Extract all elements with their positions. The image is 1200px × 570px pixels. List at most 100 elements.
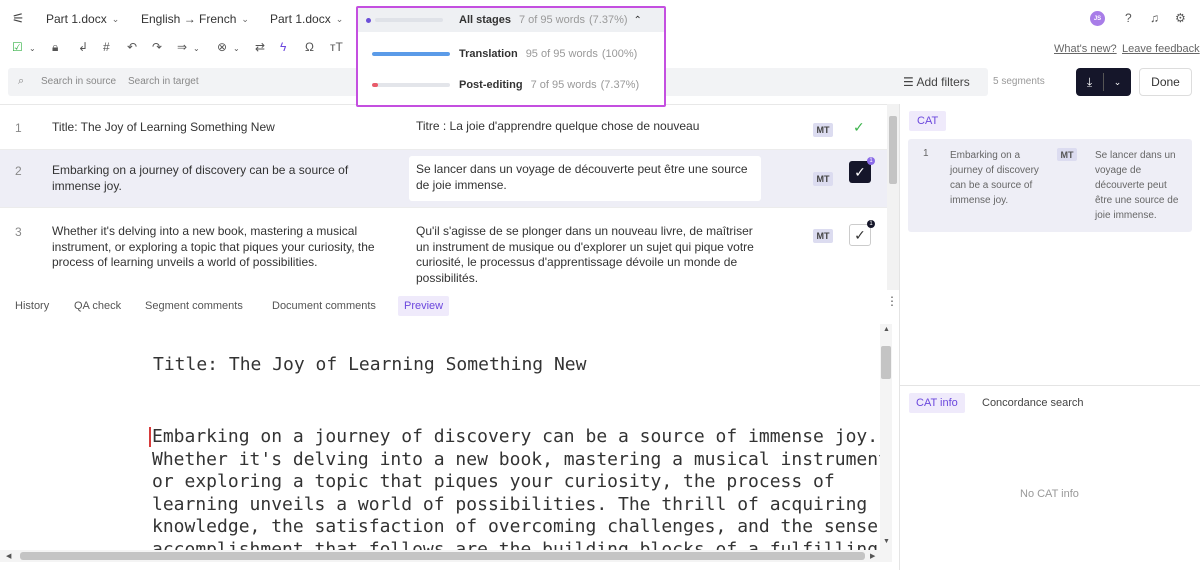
tab-qa-check[interactable]: QA check [68,296,127,316]
empty-state-text: No CAT info [1020,488,1079,500]
stages-dropdown[interactable]: All stages 7 of 95 words (7.37%) ⌃ Trans… [356,6,666,107]
segment-grid: 1 Title: The Joy of Learning Something N… [0,104,887,290]
chevron-up-icon: ⌃ [633,14,642,26]
download-icon: ⤓ [1086,74,1093,89]
language-pair-selector[interactable]: English → French ⌄ [141,12,249,26]
done-button[interactable]: Done [1139,68,1192,96]
stage-count: 95 of 95 words [525,48,598,60]
tab-concordance-search[interactable]: Concordance search [975,393,1091,413]
language-pair: English → French [141,12,237,26]
scroll-up-icon[interactable]: ▲ [883,326,890,333]
preview-line: knowledge, the satisfaction of overcomin… [152,516,879,537]
text-format-icon[interactable]: ᴛT [330,40,343,54]
mt-badge: MT [813,172,833,186]
stages-percent: (7.37%) [589,14,628,26]
preview-vertical-scrollbar[interactable]: ▲ ▼ [880,324,892,550]
progress-dot [366,17,371,23]
mt-badge: MT [1057,148,1077,161]
cat-match-target: Se lancer dans un voyage de découverte p… [1095,150,1179,221]
app-logo-icon[interactable]: ⚟ [12,10,25,27]
stages-count: 7 of 95 words [518,14,586,26]
download-button[interactable]: ⤓ ⌄ [1076,68,1131,96]
scroll-right-icon[interactable]: ▶ [870,552,875,560]
confirmed-check-icon[interactable]: ✓ [853,119,865,136]
bell-icon[interactable]: ♫ [1150,11,1159,25]
segment-target-editor[interactable]: Se lancer dans un voyage de découverte p… [409,156,761,201]
scrollbar-thumb[interactable] [889,116,897,184]
add-filters-label: Add filters [916,75,970,89]
file-selector[interactable]: Part 1.docx ⌄ [46,12,119,26]
more-options-icon[interactable]: ⋮ [886,294,898,308]
add-filters-button[interactable]: ☰ Add filters [903,75,970,89]
lock-icon[interactable]: 🔒︎ [52,40,58,55]
table-row[interactable]: 1 Title: The Joy of Learning Something N… [0,105,887,150]
scrollbar-thumb[interactable] [881,346,891,379]
clear-icon[interactable]: ⊗ [217,40,227,54]
help-icon[interactable]: ? [1125,11,1132,25]
segment-source[interactable]: Title: The Joy of Learning Something New [52,120,392,136]
grid-scrollbar[interactable] [887,104,899,290]
shuffle-icon[interactable]: ⇄ [255,40,265,54]
whats-new-link[interactable]: What's new? [1054,43,1117,55]
tab-segment-comments[interactable]: Segment comments [139,296,249,316]
chevron-down-icon: ⌄ [335,13,344,24]
confirm-check-icon[interactable]: ✓ [849,224,871,246]
file-name: Part 1.docx [46,12,107,26]
omega-icon[interactable]: Ω [305,40,314,54]
stages-label: All stages [459,14,511,26]
overall-progress-bar [375,18,443,22]
confirm-check-icon[interactable]: ✓ [849,161,871,183]
tab-document-comments[interactable]: Document comments [266,296,382,316]
avatar[interactable]: JS [1090,11,1105,26]
confirm-check-icon[interactable]: ☑ [12,40,23,54]
search-icon: ⌕ [18,75,25,87]
preview-horizontal-scrollbar[interactable]: ◀ ▶ [0,550,892,562]
tab-preview[interactable]: Preview [398,296,450,316]
preview-line: learning unveils a world of possibilitie… [152,493,868,515]
scroll-left-icon[interactable]: ◀ [6,552,11,560]
scrollbar-thumb[interactable] [20,552,865,560]
panel-divider[interactable] [899,104,900,570]
table-row[interactable]: 3 Whether it's delving into a new book, … [0,208,887,290]
stages-header[interactable]: All stages 7 of 95 words (7.37%) ⌃ [358,8,664,32]
chevron-down-icon[interactable]: ⌄ [29,44,36,53]
redo-icon[interactable]: ↷ [152,40,162,54]
translation-progress-fill [372,52,450,56]
hash-icon[interactable]: # [103,40,110,54]
scroll-down-icon[interactable]: ▼ [883,538,890,545]
lightning-icon[interactable]: ϟ [280,40,286,54]
notification-badge: 1 [867,220,875,228]
segment-source[interactable]: Embarking on a journey of discovery can … [52,163,392,194]
translation-progress-bar [372,52,450,56]
stage-name: Post-editing [459,79,523,91]
post-editing-progress-fill [372,83,378,87]
leave-feedback-link[interactable]: Leave feedback [1122,43,1200,55]
segment-target[interactable]: Qu'il s'agisse de se plonger dans un nou… [409,218,761,290]
segment-number: 2 [15,164,22,178]
tab-history[interactable]: History [9,296,55,316]
settings-icon[interactable]: ⚙ [1175,11,1186,25]
undo-icon[interactable]: ↶ [127,40,137,54]
preview-line: accomplishment that follows are the buil… [152,538,879,551]
tab-cat-info[interactable]: CAT info [909,393,965,413]
table-row[interactable]: 2 Embarking on a journey of discovery ca… [0,150,887,208]
search-target-input[interactable]: Search in target [128,76,199,87]
stage-post-editing[interactable]: Post-editing 7 of 95 words (7.37%) [372,79,639,91]
segment-number: 3 [15,225,22,239]
chevron-down-icon[interactable]: ⌄ [1104,77,1131,88]
chevron-down-icon[interactable]: ⌄ [193,44,200,53]
mt-badge: MT [813,123,833,137]
copy-source-icon[interactable]: ↲ [78,40,88,54]
part-selector[interactable]: Part 1.docx ⌄ [270,12,343,26]
go-to-next-icon[interactable]: ⇒ [177,40,187,54]
segment-target[interactable]: Titre : La joie d'apprendre quelque chos… [409,113,761,141]
segment-source[interactable]: Whether it's delving into a new book, ma… [52,224,392,271]
stage-translation[interactable]: Translation 95 of 95 words (100%) [372,48,637,60]
preview-line: Whether it's delving into a new book, ma… [152,448,880,470]
cat-tab[interactable]: CAT [909,111,947,131]
chevron-down-icon: ⌄ [241,13,249,24]
chevron-down-icon[interactable]: ⌄ [233,44,240,53]
notification-badge: 1 [867,157,875,165]
stage-percent: (7.37%) [600,79,640,91]
search-source-input[interactable]: Search in source [41,76,116,87]
